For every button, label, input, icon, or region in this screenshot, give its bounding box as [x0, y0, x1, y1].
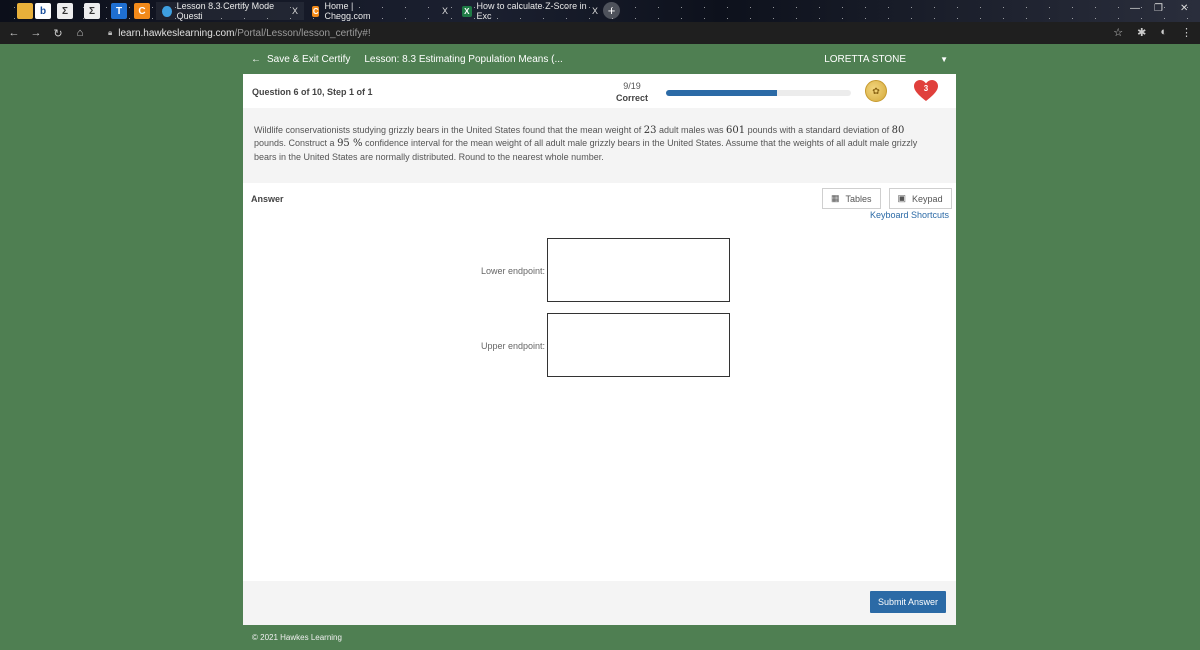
score: 9/19 Correct: [612, 80, 652, 104]
pinned-tab-sigma-1[interactable]: Σ: [57, 3, 73, 19]
table-icon: ▦: [831, 193, 840, 203]
question-panel: Wildlife conservationists studying grizz…: [243, 108, 956, 183]
minimize-icon[interactable]: —: [1130, 3, 1140, 14]
chegg-icon: C: [312, 5, 320, 17]
pinned-tab-c[interactable]: C: [134, 3, 150, 19]
user-name: LORETTA STONE: [824, 53, 907, 65]
lower-endpoint-input[interactable]: [547, 238, 730, 302]
question-text: Wildlife conservationists studying grizz…: [254, 124, 934, 163]
ball-icon: [162, 5, 172, 17]
url-path: /Portal/Lesson/lesson_certify#!: [234, 27, 371, 39]
reload-icon[interactable]: ↻: [50, 27, 66, 40]
tables-label: Tables: [845, 193, 872, 204]
bookmark-star-icon[interactable]: ☆: [1113, 26, 1123, 39]
sample-mean: 601: [725, 125, 746, 136]
new-tab-button[interactable]: +: [603, 2, 620, 19]
tab-title: How to calculate Z-Score in Exc: [476, 1, 587, 21]
progress-bar: [666, 90, 851, 96]
keypad-button[interactable]: ▣ Keypad: [888, 188, 952, 209]
question-label: Question 6 of 10, Step 1 of 1: [252, 87, 373, 97]
pinned-tab-1[interactable]: [17, 3, 33, 19]
pinned-tab-sigma-2[interactable]: Σ: [84, 3, 100, 19]
lock-icon: 🔒︎: [108, 28, 113, 37]
url-field[interactable]: 🔒︎ learn.hawkeslearning.com/Portal/Lesso…: [108, 28, 371, 39]
close-tab-icon[interactable]: X: [292, 6, 298, 16]
extension-icon[interactable]: ✱: [1137, 26, 1146, 39]
answer-label: Answer: [251, 194, 284, 204]
tables-button[interactable]: ▦ Tables: [822, 188, 881, 209]
save-exit-button[interactable]: ← Save & Exit Certify: [251, 54, 350, 65]
question-text-part: pounds with a standard deviation of: [745, 125, 892, 135]
question-text-part: pounds. Construct a: [254, 138, 338, 149]
menu-icon[interactable]: ⋮: [1181, 26, 1192, 39]
question-text-part: Wildlife conservationists studying grizz…: [254, 125, 644, 135]
user-menu[interactable]: LORETTA STONE ▼: [824, 44, 948, 74]
submit-answer-button[interactable]: Submit Answer: [869, 591, 946, 613]
question-header: Question 6 of 10, Step 1 of 1 9/19 Corre…: [243, 74, 956, 108]
copyright-footer: © 2021 Hawkes Learning: [252, 633, 342, 642]
question-card: Question 6 of 10, Step 1 of 1 9/19 Corre…: [243, 74, 956, 625]
score-status: Correct: [615, 93, 648, 103]
tab-zscore[interactable]: X How to calculate Z-Score in Exc X: [456, 1, 604, 21]
save-exit-label: Save & Exit Certify: [267, 53, 351, 65]
caret-down-icon: ▼: [940, 54, 948, 64]
tab-lesson[interactable]: Lesson 8.3 Certify Mode Questi X: [156, 1, 304, 21]
lower-endpoint-label: Lower endpoint:: [480, 266, 545, 276]
sample-size: 23: [643, 125, 657, 136]
tab-title: Home | Chegg.com: [324, 1, 371, 21]
lesson-title: Lesson: 8.3 Estimating Population Means …: [364, 53, 563, 65]
home-icon[interactable]: ⌂: [72, 27, 88, 39]
close-tab-icon[interactable]: X: [442, 6, 448, 16]
excel-icon: X: [462, 5, 472, 17]
app-header: ← Save & Exit Certify Lesson: 8.3 Estima…: [0, 44, 1200, 74]
pinned-tab-t[interactable]: T: [111, 3, 127, 19]
forward-icon[interactable]: →: [28, 27, 44, 39]
pinned-tab-b[interactable]: b: [35, 3, 51, 19]
score-value: 9/19: [623, 81, 641, 91]
lives-count: 3: [923, 84, 929, 93]
upper-endpoint-input[interactable]: [547, 313, 730, 377]
answer-tools: ▦ Tables ▣ Keypad: [822, 188, 952, 209]
progress-fill: [666, 90, 777, 96]
keyboard-shortcuts-link[interactable]: Keyboard Shortcuts: [870, 210, 949, 220]
url-host: learn.hawkeslearning.com: [118, 27, 235, 39]
arrow-left-icon: ←: [251, 53, 261, 65]
answer-footer-bar: Submit Answer: [243, 581, 956, 625]
question-text-part: adult males was: [656, 125, 726, 135]
lives-heart-icon: 3: [913, 79, 939, 103]
keypad-label: Keypad: [912, 193, 943, 204]
address-bar: ← → ↻ ⌂ 🔒︎ learn.hawkeslearning.com/Port…: [0, 22, 1200, 44]
maximize-icon[interactable]: ❐: [1154, 3, 1163, 14]
upper-endpoint-label: Upper endpoint:: [480, 341, 545, 351]
tab-title: Lesson 8.3 Certify Mode Questi: [176, 1, 275, 21]
browser-tab-strip: b Σ Σ T C Lesson 8.3 Certify Mode Questi…: [0, 0, 1200, 22]
window-close-icon[interactable]: ✕: [1180, 3, 1188, 14]
confidence-level: 95 %: [337, 138, 363, 150]
tab-chegg[interactable]: C Home | Chegg.com X: [306, 1, 454, 21]
back-icon[interactable]: ←: [6, 27, 22, 39]
close-tab-icon[interactable]: X: [592, 6, 598, 16]
profile-icon[interactable]: ◐: [1160, 26, 1167, 39]
calculator-icon: ▣: [897, 193, 907, 203]
coin-icon: ✿: [865, 80, 887, 102]
toolbar-icons: ☆ ✱ ◐ ⋮: [1113, 26, 1192, 39]
standard-deviation: 80: [891, 125, 905, 136]
